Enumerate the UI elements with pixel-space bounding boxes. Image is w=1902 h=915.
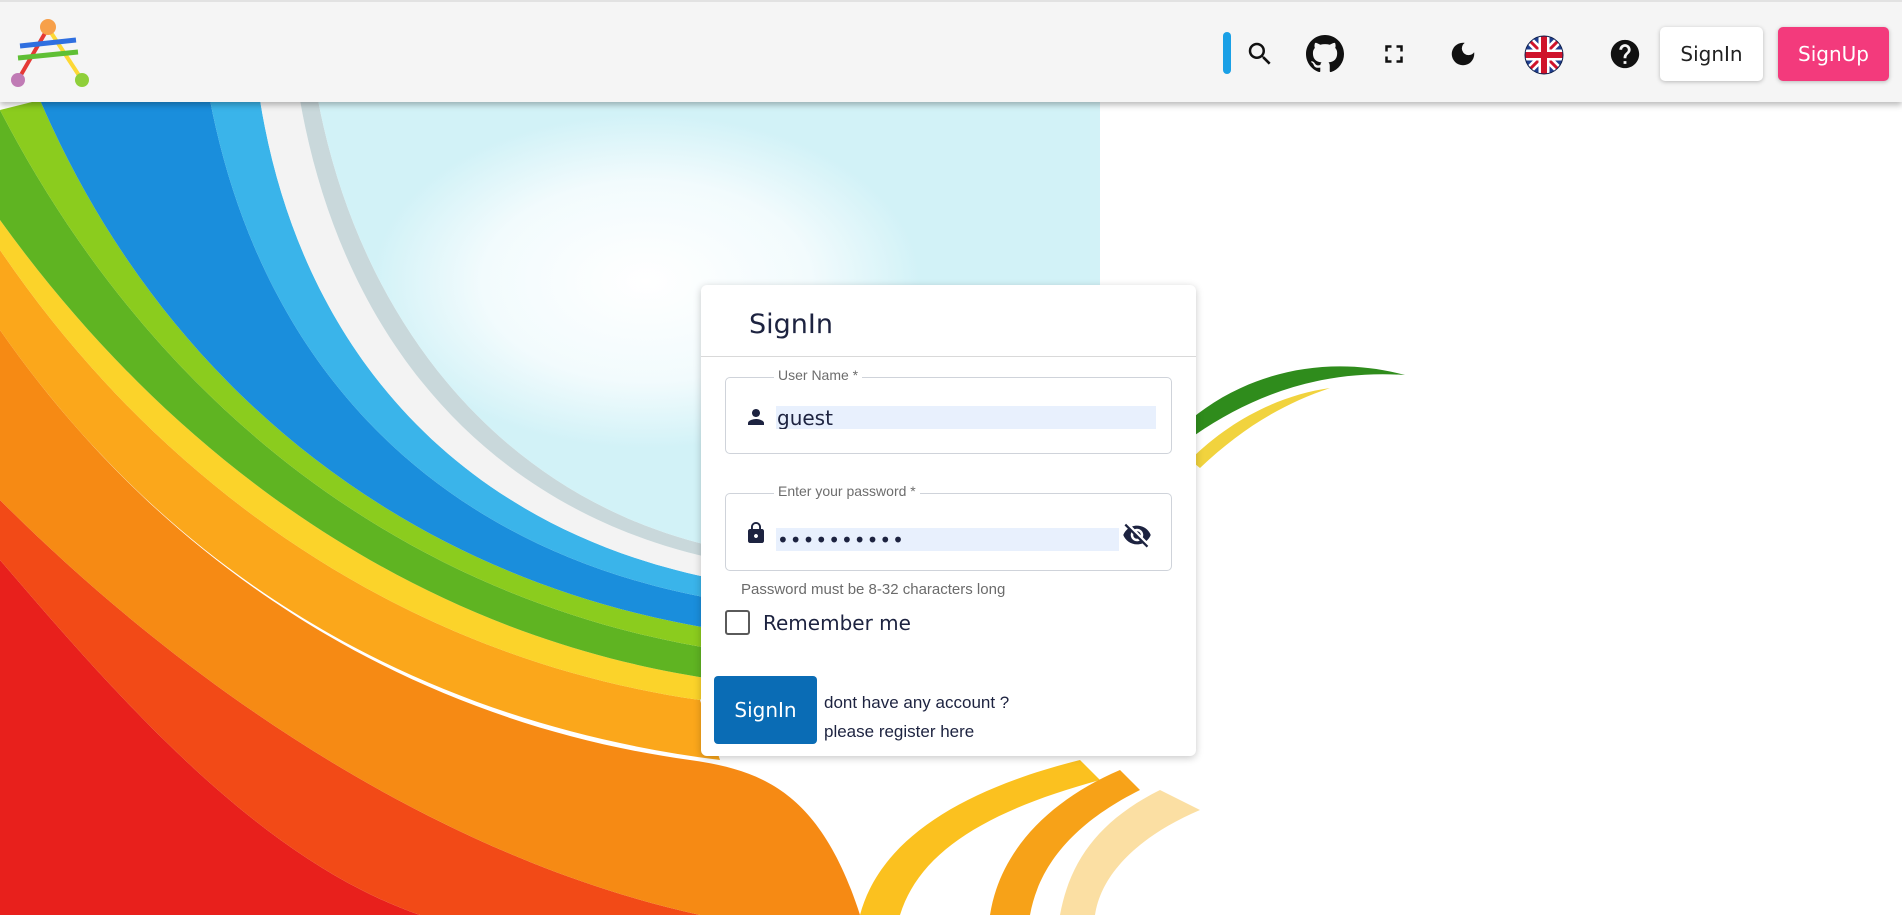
remember-me-toggle[interactable]: Remember me [725,610,911,635]
no-account-text: dont have any account ? [824,693,1010,712]
search-icon[interactable] [1240,34,1280,74]
password-field[interactable]: Enter your password * •••••••••• [725,483,1172,571]
register-link[interactable]: please register here [824,717,1009,746]
uk-flag-language-icon[interactable] [1523,34,1565,76]
header-signin-button[interactable]: SignIn [1660,27,1763,81]
search-drawer-handle[interactable] [1223,32,1231,74]
signin-submit-button[interactable]: SignIn [714,676,817,744]
username-label: User Name * [774,367,863,383]
eye-off-icon[interactable] [1121,520,1153,550]
account-prompt: dont have any account ? please register … [824,688,1009,746]
signin-card: SignIn User Name * Enter your password *… [701,285,1196,756]
password-hint: Password must be 8-32 characters long [741,581,1006,598]
remember-me-checkbox[interactable] [725,610,750,635]
password-label: Enter your password * [774,483,920,499]
help-icon[interactable] [1605,34,1645,74]
person-icon [748,409,764,425]
github-icon[interactable] [1305,34,1345,74]
password-input[interactable]: •••••••••• [776,528,1119,552]
username-field[interactable]: User Name * [725,367,1172,454]
lock-icon [748,522,764,543]
dark-mode-moon-icon[interactable] [1443,34,1483,74]
card-divider [701,356,1196,357]
card-title: SignIn [749,309,833,340]
top-navbar: SignIn SignUp [0,0,1902,102]
header-signup-button[interactable]: SignUp [1778,27,1889,81]
username-input[interactable] [776,406,1156,429]
remember-me-label: Remember me [763,610,911,635]
triangle-network-logo-icon[interactable] [6,16,94,94]
fullscreen-icon[interactable] [1374,34,1414,74]
